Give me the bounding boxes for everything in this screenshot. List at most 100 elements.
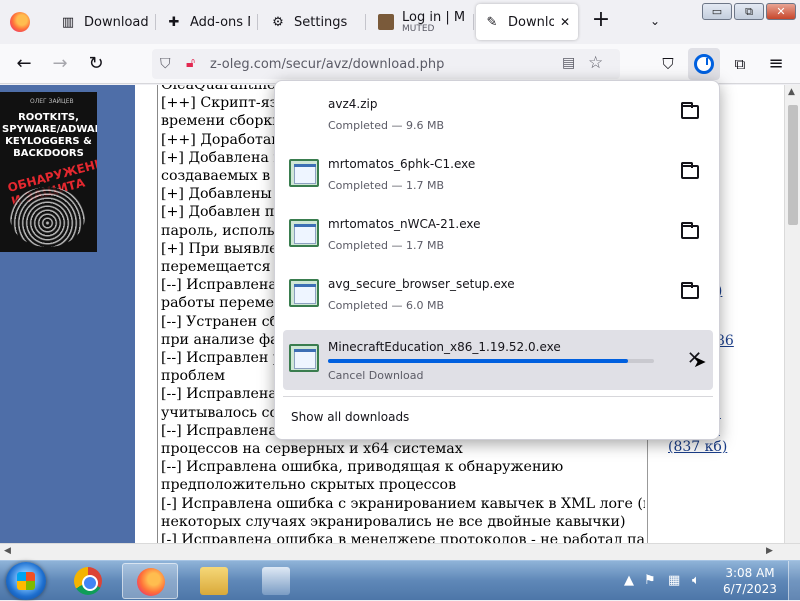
- tab-label: Add-ons M: [190, 14, 250, 30]
- chrome-icon: [74, 567, 102, 595]
- network-icon[interactable]: ▦: [668, 573, 680, 588]
- scrollbar-thumb[interactable]: [788, 105, 798, 225]
- changelog-line: предположительно скрытых процессов: [161, 477, 457, 494]
- book-cover-image[interactable]: ОЛЕГ ЗАЙЦЕВ ROOTKITS, SPYWARE/ADWARE, KE…: [0, 92, 97, 252]
- taskbar-chrome[interactable]: [60, 563, 116, 599]
- tab-download[interactable]: ▥ Download |: [52, 4, 156, 40]
- new-tab-button[interactable]: +: [590, 9, 612, 32]
- changelog-line: процессов на серверных и x64 системах: [161, 441, 463, 458]
- close-tab-icon[interactable]: ✕: [560, 15, 570, 29]
- download-filename: MinecraftEducation_x86_1.19.52.0.exe: [328, 340, 561, 354]
- fingerprint-graphic: [10, 187, 85, 247]
- open-folder-icon[interactable]: [681, 102, 699, 119]
- puzzle-icon: ✚: [168, 14, 180, 30]
- taskbar-explorer[interactable]: [186, 563, 242, 599]
- download-filename: avg_secure_browser_setup.exe: [328, 277, 515, 291]
- minecraft-icon: [378, 14, 394, 30]
- url-input[interactable]: [210, 54, 510, 74]
- download-item[interactable]: avz4.zip Completed — 9.6 MB: [283, 85, 713, 145]
- tab-label: Download |: [84, 14, 148, 30]
- firefox-menu-icon[interactable]: [10, 12, 30, 32]
- exe-file-icon: [289, 344, 319, 372]
- network-computer-icon: [262, 567, 290, 595]
- menu-icon[interactable]: ≡: [764, 52, 788, 76]
- download-size-link[interactable]: (837 кб): [668, 439, 727, 455]
- tab-label: Log in | Mir: [402, 10, 466, 25]
- insecure-connection-icon[interactable]: 🔓︎: [186, 55, 195, 71]
- firefox-icon: [137, 568, 165, 596]
- windows-taskbar: ▲ ⚑ ▦ 🔈︎ 3:08 AM 6/7/2023: [0, 560, 800, 601]
- download-progress-bar: [328, 359, 654, 363]
- scroll-up-arrow-icon[interactable]: ▲: [788, 87, 795, 97]
- exe-file-icon: [289, 219, 319, 247]
- tab-label: Settings: [294, 14, 348, 30]
- open-folder-icon[interactable]: [681, 222, 699, 239]
- extensions-icon[interactable]: ⧉: [728, 52, 752, 76]
- bookmark-star-icon[interactable]: ☆: [588, 53, 603, 73]
- show-hidden-icons-arrow-icon[interactable]: ▲: [624, 573, 634, 588]
- show-all-downloads-button[interactable]: Show all downloads: [291, 410, 409, 424]
- download-status: Completed — 1.7 MB: [328, 179, 445, 192]
- tab-settings[interactable]: ⚙ Settings: [262, 4, 366, 40]
- vertical-scrollbar[interactable]: ▲: [784, 85, 800, 543]
- downloads-button[interactable]: [688, 48, 720, 80]
- minimize-button[interactable]: ▭: [702, 3, 732, 20]
- download-item-in-progress[interactable]: MinecraftEducation_x86_1.19.52.0.exe Can…: [283, 330, 713, 390]
- reload-button[interactable]: ↻: [84, 52, 108, 76]
- download-status: Completed — 1.7 MB: [328, 239, 445, 252]
- horizontal-scrollbar[interactable]: ◀ ▶: [0, 543, 800, 560]
- tab-minecraft-login[interactable]: Log in | Mir MUTED: [370, 4, 474, 40]
- navigation-toolbar: ← → ↻ ⛉ 🔓︎ ▤ ☆ ⛉ ⧉ ≡: [0, 44, 800, 84]
- tab-strip: ▥ Download | ✚ Add-ons M ⚙ Settings Log …: [0, 0, 800, 44]
- exe-file-icon: [289, 159, 319, 187]
- tab-addons[interactable]: ✚ Add-ons M: [158, 4, 258, 40]
- downloads-panel: avz4.zip Completed — 9.6 MB mrtomatos_6p…: [274, 80, 720, 440]
- scroll-right-arrow-icon[interactable]: ▶: [766, 546, 773, 556]
- download-item[interactable]: mrtomatos_6phk-C1.exe Completed — 1.7 MB: [283, 145, 713, 205]
- list-all-tabs-icon[interactable]: ⌄: [650, 14, 660, 28]
- pocket-icon[interactable]: ⛉: [656, 52, 680, 76]
- changelog-line: [--] Исправлена ошибка, приводящая к обн…: [161, 459, 564, 476]
- download-filename: mrtomatos_nWCA-21.exe: [328, 217, 481, 231]
- reader-view-icon[interactable]: ▤: [562, 55, 575, 71]
- taskbar-network-app[interactable]: [248, 563, 304, 599]
- mouse-cursor-icon: ➤: [693, 352, 707, 371]
- system-clock[interactable]: 3:08 AM 6/7/2023: [720, 565, 780, 597]
- show-desktop-button[interactable]: [788, 561, 800, 601]
- book-author: ОЛЕГ ЗАЙЦЕВ: [30, 98, 74, 105]
- windows-logo-icon: [17, 572, 35, 590]
- clock-date: 6/7/2023: [723, 582, 777, 596]
- tracking-protection-icon[interactable]: ⛉: [160, 56, 171, 72]
- address-bar[interactable]: ⛉ 🔓︎ ▤ ☆: [152, 49, 620, 79]
- folder-icon: [200, 567, 228, 595]
- download-item[interactable]: mrtomatos_nWCA-21.exe Completed — 1.7 MB: [283, 205, 713, 265]
- restore-button[interactable]: ⧉: [734, 3, 764, 20]
- back-button[interactable]: ←: [12, 52, 36, 76]
- download-filename: avz4.zip: [328, 97, 378, 111]
- action-center-flag-icon[interactable]: ⚑: [644, 573, 656, 588]
- tab-label: Downloa: [508, 14, 554, 30]
- changelog-line: [-] Исправлена ошибка с экранированием к…: [161, 495, 645, 512]
- tab-avz-download[interactable]: ✎ Downloa ✕: [476, 4, 578, 40]
- scroll-left-arrow-icon[interactable]: ◀: [4, 546, 11, 556]
- document-icon: ▥: [61, 14, 75, 30]
- download-status: Completed — 6.0 MB: [328, 299, 445, 312]
- divider: [283, 396, 713, 397]
- start-button[interactable]: [6, 562, 46, 600]
- download-filename: mrtomatos_6phk-C1.exe: [328, 157, 476, 171]
- download-progress-fill: [328, 359, 628, 363]
- forward-button[interactable]: →: [48, 52, 72, 76]
- open-folder-icon[interactable]: [681, 282, 699, 299]
- avz-icon: ✎: [486, 14, 498, 30]
- changelog-line: [-] Исправлена ошибка в менеджере проток…: [161, 532, 645, 543]
- download-item[interactable]: avg_secure_browser_setup.exe Completed —…: [283, 265, 713, 325]
- gear-icon: ⚙: [272, 14, 284, 30]
- book-title: ROOTKITS, SPYWARE/ADWARE, KEYLOGGERS & B…: [2, 112, 97, 159]
- taskbar-firefox[interactable]: [122, 563, 178, 599]
- open-folder-icon[interactable]: [681, 162, 699, 179]
- cancel-download-label[interactable]: Cancel Download: [328, 369, 423, 382]
- clock-time: 3:08 AM: [725, 566, 775, 580]
- muted-label: MUTED: [402, 24, 435, 34]
- volume-icon[interactable]: 🔈︎: [692, 573, 700, 588]
- close-window-button[interactable]: ✕: [766, 3, 796, 20]
